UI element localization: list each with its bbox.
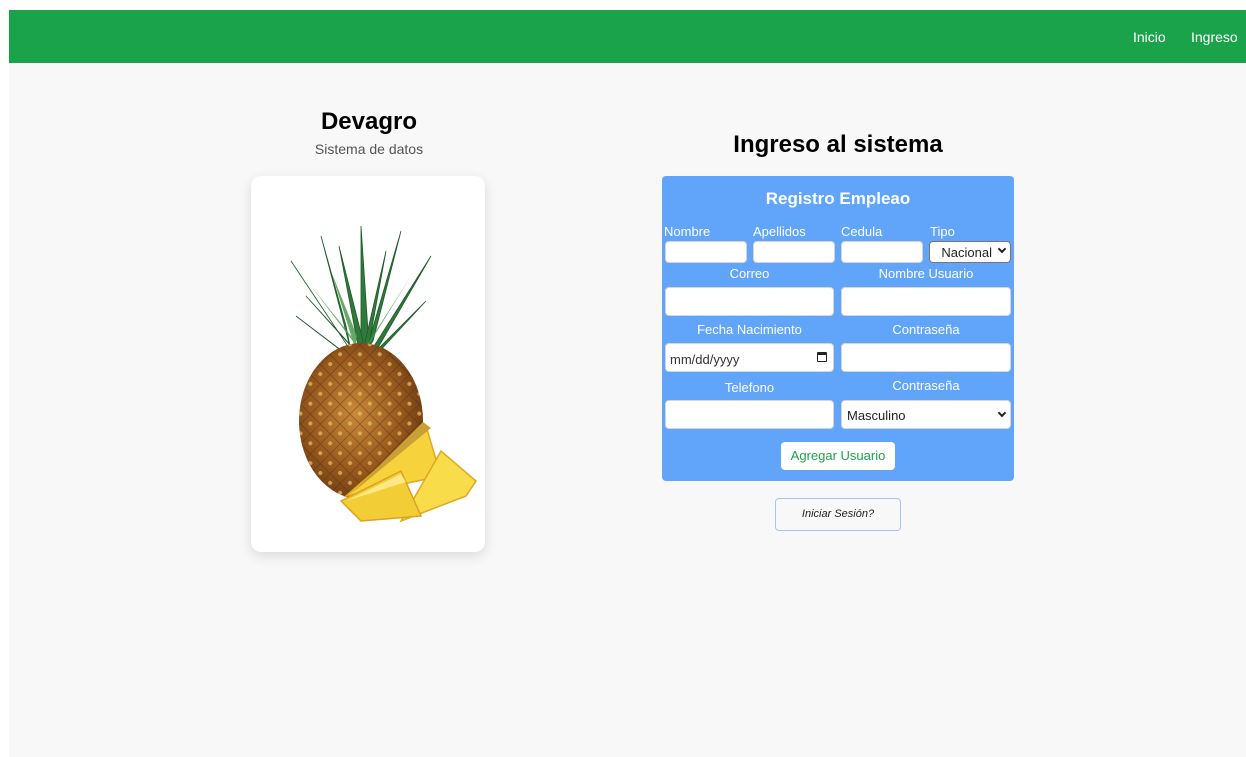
- calendar-icon[interactable]: [817, 352, 827, 362]
- page: Inicio Ingreso Devagro Sistema de datos: [9, 10, 1246, 757]
- form-heading: Ingreso al sistema: [733, 131, 943, 158]
- nav-link-inicio[interactable]: Inicio: [1133, 29, 1166, 45]
- label-cedula: Cedula: [841, 224, 883, 239]
- register-form: Registro Empleao Nombre Apellidos Cedula…: [662, 176, 1014, 481]
- iniciar-sesion-button[interactable]: Iniciar Sesión?: [775, 498, 901, 531]
- date-placeholder: mm/dd/yyyy: [670, 352, 740, 367]
- label-genero: Contraseña: [892, 378, 960, 393]
- label-nombre: Nombre: [664, 224, 711, 239]
- label-contrasena: Contraseña: [892, 322, 960, 337]
- cedula-input[interactable]: [841, 241, 923, 263]
- fecha-nacimiento-input[interactable]: mm/dd/yyyy: [665, 343, 834, 372]
- correo-input[interactable]: [665, 287, 834, 316]
- tipo-select[interactable]: Nacional: [929, 241, 1011, 263]
- brand-title: Devagro: [320, 108, 418, 135]
- label-telefono: Telefono: [724, 380, 775, 395]
- chevron-down-icon: [997, 244, 1007, 254]
- navbar: Inicio Ingreso: [9, 10, 1246, 63]
- apellidos-input[interactable]: [753, 241, 835, 263]
- nav-link-ingreso[interactable]: Ingreso: [1191, 29, 1238, 45]
- label-fecha-nacimiento: Fecha Nacimiento: [697, 322, 802, 337]
- nombre-usuario-input[interactable]: [841, 287, 1011, 316]
- label-nombre-usuario: Nombre Usuario: [878, 266, 974, 281]
- label-correo: Correo: [729, 266, 770, 281]
- pineapple-image: [290, 225, 477, 523]
- nombre-input[interactable]: [665, 241, 747, 263]
- telefono-input[interactable]: [665, 400, 834, 429]
- tipo-selected-value: Nacional: [941, 245, 992, 260]
- chevron-down-icon: [997, 408, 1007, 418]
- label-apellidos: Apellidos: [753, 224, 806, 239]
- pineapple-image-card: [251, 176, 485, 552]
- label-tipo: Tipo: [930, 224, 955, 239]
- form-card-title: Registro Empleao: [765, 189, 911, 208]
- genero-select[interactable]: Masculino: [841, 400, 1011, 429]
- contrasena-input[interactable]: [841, 343, 1011, 372]
- brand-subtitle: Sistema de datos: [314, 141, 424, 157]
- agregar-usuario-button[interactable]: Agregar Usuario: [781, 442, 895, 470]
- genero-selected-value: Masculino: [847, 408, 906, 423]
